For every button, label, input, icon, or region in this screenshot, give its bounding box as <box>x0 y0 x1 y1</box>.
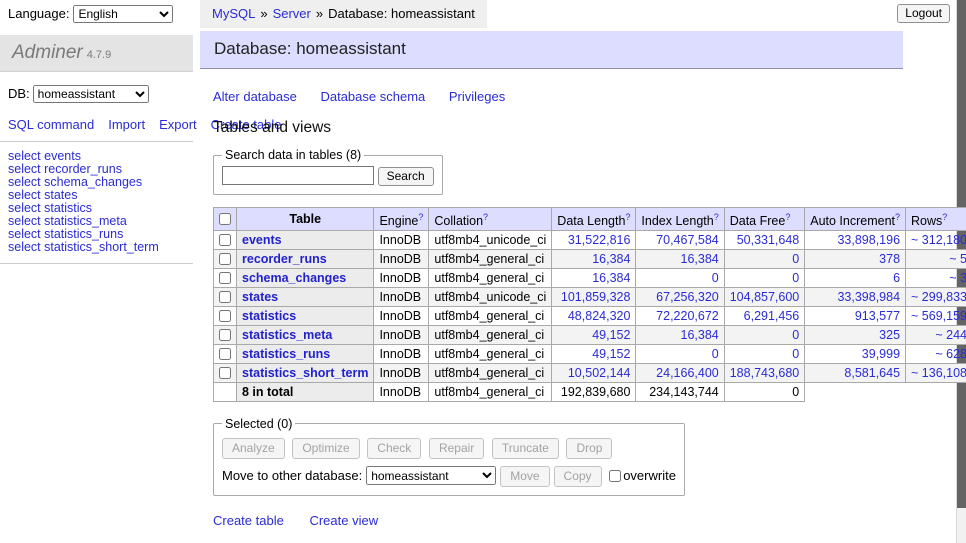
optimize-button[interactable]: Optimize <box>292 438 359 459</box>
divider <box>0 263 193 264</box>
divider <box>0 141 193 142</box>
search-button[interactable]: Search <box>378 167 434 186</box>
breadcrumb-server-link[interactable]: Server <box>273 6 311 21</box>
table-row: schema_changes InnoDB utf8mb4_general_ci… <box>214 268 966 287</box>
breadcrumb: MySQL»Server»Database: homeassistant <box>200 0 487 28</box>
row-checkbox[interactable] <box>219 367 231 379</box>
sidebar-select-link[interactable]: select statistics_short_term <box>8 241 193 254</box>
page-title: Database: homeassistant <box>200 31 903 69</box>
adminer-logo: Adminer 4.7.9 <box>0 35 193 72</box>
search-input[interactable] <box>222 166 374 185</box>
row-checkbox[interactable] <box>219 253 231 265</box>
select-all-checkbox[interactable] <box>219 213 231 225</box>
import-link[interactable]: Import <box>108 117 145 132</box>
search-legend: Search data in tables (8) <box>222 148 364 162</box>
table-link[interactable]: statistics_short_term <box>242 366 368 380</box>
language-label: Language: <box>8 6 69 21</box>
table-row: statistics_runs InnoDB utf8mb4_general_c… <box>214 344 966 363</box>
row-checkbox[interactable] <box>219 272 231 284</box>
truncate-button[interactable]: Truncate <box>492 438 559 459</box>
alter-database-link[interactable]: Alter database <box>213 89 297 104</box>
col-header-collation: Collation? <box>429 207 552 230</box>
row-checkbox[interactable] <box>219 329 231 341</box>
app-version: 4.7.9 <box>87 49 111 61</box>
selected-fieldset: Selected (0) Analyze Optimize Check Repa… <box>213 417 685 496</box>
help-link[interactable]: ? <box>625 212 630 222</box>
tables-heading: Tables and views <box>213 119 903 137</box>
language-select[interactable]: English <box>73 5 173 23</box>
table-row: statistics_meta InnoDB utf8mb4_general_c… <box>214 325 966 344</box>
help-link[interactable]: ? <box>714 212 719 222</box>
col-header-rows: Rows? <box>906 207 966 230</box>
row-checkbox[interactable] <box>219 291 231 303</box>
table-link[interactable]: statistics <box>242 309 296 323</box>
table-link[interactable]: events <box>242 233 282 247</box>
copy-button[interactable]: Copy <box>554 466 602 487</box>
help-link[interactable]: ? <box>483 212 488 222</box>
export-link[interactable]: Export <box>159 117 197 132</box>
help-link[interactable]: ? <box>785 212 790 222</box>
help-link[interactable]: ? <box>895 212 900 222</box>
database-schema-link[interactable]: Database schema <box>320 89 425 104</box>
col-header-data-length: Data Length? <box>552 207 636 230</box>
create-table-link[interactable]: Create table <box>213 513 284 528</box>
sidebar-table-links: select events select recorder_runs selec… <box>0 150 193 254</box>
repair-button[interactable]: Repair <box>429 438 484 459</box>
total-row: 8 in total InnoDB utf8mb4_general_ci 192… <box>214 382 966 401</box>
header-row: Table Engine? Collation? Data Length? In… <box>214 207 966 230</box>
row-checkbox[interactable] <box>219 310 231 322</box>
sidebar-actions: SQL commandImportExportCreate table <box>0 103 185 132</box>
db-actions: Alter database Database schema Privilege… <box>213 89 903 104</box>
create-view-link[interactable]: Create view <box>309 513 378 528</box>
move-button[interactable]: Move <box>500 466 549 487</box>
privileges-link[interactable]: Privileges <box>449 89 505 104</box>
selected-legend: Selected (0) <box>222 417 295 431</box>
table-link[interactable]: statistics_runs <box>242 347 330 361</box>
col-header-engine: Engine? <box>374 207 429 230</box>
col-header-index-length: Index Length? <box>636 207 724 230</box>
col-header-table: Table <box>237 207 374 230</box>
table-link[interactable]: schema_changes <box>242 271 346 285</box>
db-label: DB: <box>8 86 30 101</box>
row-checkbox[interactable] <box>219 234 231 246</box>
check-button[interactable]: Check <box>367 438 421 459</box>
drop-button[interactable]: Drop <box>566 438 612 459</box>
table-link[interactable]: states <box>242 290 278 304</box>
logout-button[interactable]: Logout <box>897 4 950 23</box>
row-checkbox[interactable] <box>219 348 231 360</box>
table-link[interactable]: recorder_runs <box>242 252 327 266</box>
help-link[interactable]: ? <box>942 212 947 222</box>
move-label: Move to other database: <box>222 468 362 483</box>
breadcrumb-mysql-link[interactable]: MySQL <box>212 6 255 21</box>
table-row: statistics_short_term InnoDB utf8mb4_gen… <box>214 363 966 382</box>
search-fieldset: Search data in tables (8) Search <box>213 148 443 195</box>
col-header-auto-increment: Auto Increment? <box>805 207 906 230</box>
col-header-data-free: Data Free? <box>724 207 805 230</box>
sidebar: Language: English Adminer 4.7.9 DB:homeass… <box>0 0 193 272</box>
move-database-select[interactable]: homeassistant <box>366 466 496 485</box>
overwrite-label: overwrite <box>623 468 676 483</box>
table-row: recorder_runs InnoDB utf8mb4_general_ci … <box>214 249 966 268</box>
table-footer-links: Create table Create view <box>213 513 903 528</box>
overwrite-checkbox[interactable] <box>609 470 621 482</box>
table-row: events InnoDB utf8mb4_unicode_ci 31,522,… <box>214 230 966 249</box>
table-row: states InnoDB utf8mb4_unicode_ci 101,859… <box>214 287 966 306</box>
tables-list: Table Engine? Collation? Data Length? In… <box>213 207 966 402</box>
table-row: statistics InnoDB utf8mb4_general_ci 48,… <box>214 306 966 325</box>
table-link[interactable]: statistics_meta <box>242 328 332 342</box>
app-name: Adminer <box>12 42 83 63</box>
db-select[interactable]: homeassistant <box>33 85 149 103</box>
sql-command-link[interactable]: SQL command <box>8 117 94 132</box>
help-link[interactable]: ? <box>418 212 423 222</box>
analyze-button[interactable]: Analyze <box>222 438 285 459</box>
breadcrumb-current: Database: homeassistant <box>328 6 475 21</box>
